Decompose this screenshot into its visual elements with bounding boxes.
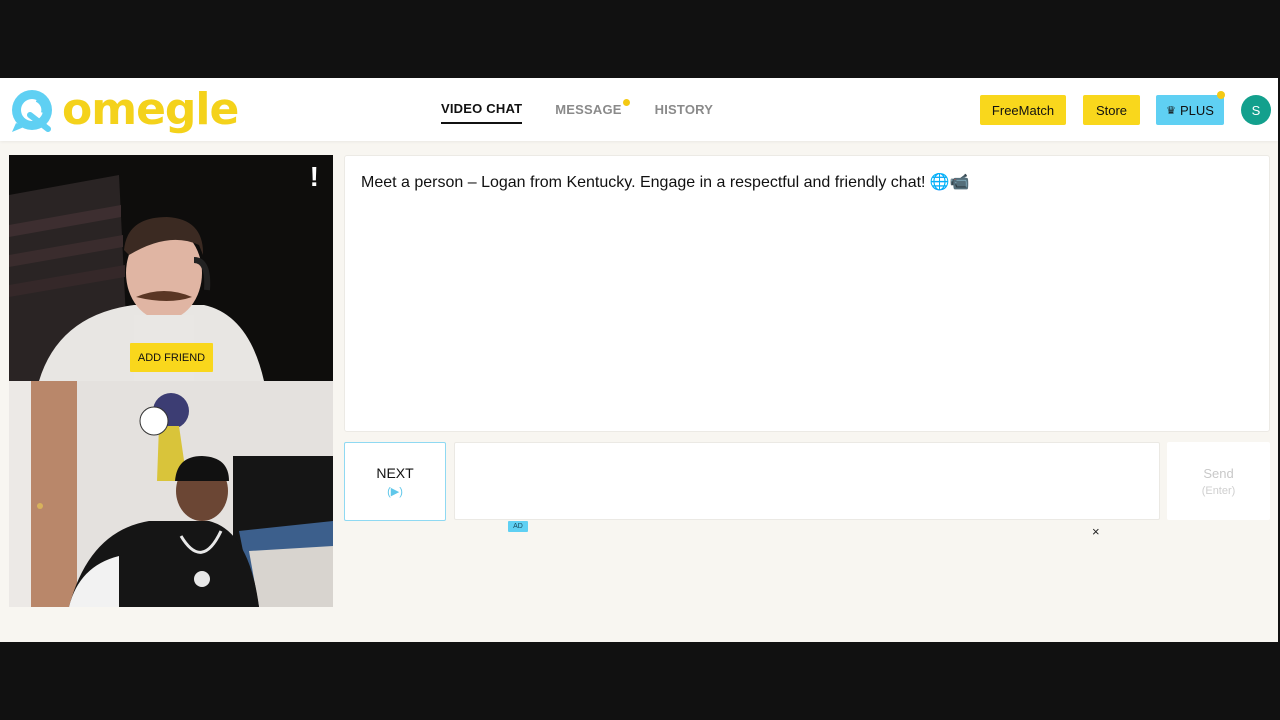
self-video xyxy=(9,381,333,607)
plus-label: PLUS xyxy=(1179,102,1214,118)
tab-history[interactable]: HISTORY xyxy=(655,96,713,123)
next-label: NEXT xyxy=(376,465,414,481)
next-button[interactable]: NEXT (▶) xyxy=(344,442,446,521)
store-button[interactable]: Store xyxy=(1083,95,1140,125)
self-video-frame xyxy=(9,381,333,607)
ad-close-icon[interactable]: × xyxy=(1092,524,1100,539)
tab-video-chat[interactable]: VIDEO CHAT xyxy=(441,95,523,124)
tab-message-label: MESSAGE xyxy=(555,102,622,117)
chat-log: Meet a person – Logan from Kentucky. Eng… xyxy=(344,155,1270,432)
freematch-button[interactable]: FreeMatch xyxy=(980,95,1066,125)
add-friend-button[interactable]: ADD FRIEND xyxy=(130,343,213,372)
next-shortcut-hint: (▶) xyxy=(387,486,403,498)
send-shortcut-hint: (Enter) xyxy=(1201,484,1236,497)
notification-dot xyxy=(1217,91,1225,99)
letterbox-top xyxy=(0,0,1280,78)
tab-message[interactable]: MESSAGE xyxy=(555,96,630,123)
message-input[interactable] xyxy=(454,442,1160,520)
notification-dot xyxy=(622,99,630,106)
plus-button[interactable]: ♛ PLUS xyxy=(1156,91,1225,125)
omegle-app: omegle VIDEO CHAT MESSAGE HISTORY FreeMa… xyxy=(0,78,1278,642)
ad-badge: AD xyxy=(508,521,528,532)
user-avatar[interactable]: S xyxy=(1241,95,1271,125)
system-message: Meet a person – Logan from Kentucky. Eng… xyxy=(361,174,970,191)
report-button[interactable]: ! xyxy=(310,161,319,193)
omegle-logo[interactable]: omegle xyxy=(8,84,239,135)
logo-wordmark: omegle xyxy=(62,84,239,135)
main-nav: VIDEO CHAT MESSAGE HISTORY xyxy=(441,78,746,141)
letterbox-bottom xyxy=(0,642,1280,720)
top-header: omegle VIDEO CHAT MESSAGE HISTORY FreeMa… xyxy=(0,78,1278,141)
send-button[interactable]: Send (Enter) xyxy=(1167,442,1270,520)
crown-icon: ♛ xyxy=(1166,104,1176,117)
chat-bubble-logo-icon xyxy=(12,90,52,132)
send-label: Send xyxy=(1203,465,1234,481)
stranger-video: ! ADD FRIEND xyxy=(9,155,333,381)
